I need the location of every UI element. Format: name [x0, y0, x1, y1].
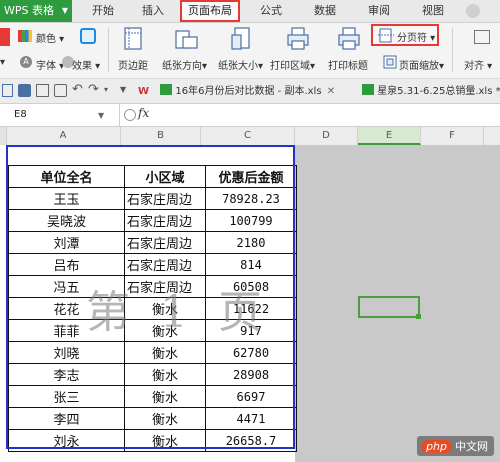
menu-tab-review[interactable]: 审阅 — [362, 0, 396, 22]
page-zoom-label[interactable]: 页面缩放▾ — [399, 57, 444, 72]
font-label: 字体 — [36, 61, 56, 72]
column-header-c[interactable]: C — [201, 127, 295, 145]
page-zoom-icon[interactable] — [383, 54, 397, 73]
fill-handle[interactable] — [416, 314, 421, 319]
align-icon[interactable] — [474, 30, 490, 44]
redo-icon[interactable]: ↷ — [88, 82, 99, 97]
page-break-icon — [378, 28, 394, 43]
menu-tab-home[interactable]: 开始 — [86, 0, 120, 22]
align-label[interactable]: 对齐 ▾ — [464, 57, 492, 72]
menu-tab-view[interactable]: 视图 — [416, 0, 450, 22]
column-header-a[interactable]: A — [6, 127, 121, 145]
theme-icon[interactable] — [0, 28, 10, 46]
app-menu-button[interactable]: WPS 表格 ▼ — [0, 0, 72, 22]
menu-tab-formula[interactable]: 公式 — [254, 0, 288, 22]
color-label: 颜色 — [36, 34, 56, 45]
page-break-button[interactable]: 分页符 ▾ — [371, 24, 439, 46]
page-break-text: 分页符 — [397, 33, 427, 44]
ribbon-divider — [452, 28, 453, 72]
close-icon[interactable]: ✕ — [327, 86, 335, 97]
save-icon[interactable] — [18, 84, 31, 97]
search-icon[interactable] — [466, 4, 480, 18]
column-header-e[interactable]: E — [358, 127, 421, 145]
paper-size-button[interactable] — [231, 27, 253, 55]
print-area-button[interactable] — [286, 27, 310, 55]
column-header-f[interactable]: F — [421, 127, 484, 145]
paper-size-icon — [231, 27, 250, 50]
page-margin-button[interactable] — [123, 27, 143, 55]
orientation-button[interactable] — [175, 27, 199, 55]
doc-tab-1[interactable]: W 16年6月份后对比数据 - 副本.xls ✕ — [138, 82, 354, 101]
column-header-d[interactable]: D — [295, 127, 358, 145]
menu-tab-insert[interactable]: 插入 — [136, 0, 170, 22]
print-title-icon — [338, 27, 360, 50]
page-zoom-text: 页面缩放 — [399, 61, 439, 72]
print-title-label[interactable]: 打印标题 — [328, 57, 368, 72]
paper-orientation-icon — [175, 30, 198, 49]
column-header-b[interactable]: B — [121, 127, 201, 145]
print-area-text: 打印区域 — [270, 61, 310, 72]
paper-size-text: 纸张大小 — [218, 61, 258, 72]
paper-size-label[interactable]: 纸张大小▾ — [218, 57, 263, 72]
spreadsheet-icon — [362, 84, 374, 95]
color-button[interactable]: 颜色 ▾ — [36, 30, 64, 45]
logo-text: 中文网 — [455, 440, 488, 453]
tabs-dropdown-icon[interactable]: ▼ — [120, 85, 126, 94]
orientation-text: 纸张方向 — [162, 61, 202, 72]
font-button[interactable]: 字体 ▾ — [36, 57, 64, 72]
orientation-label[interactable]: 纸张方向▾ — [162, 57, 207, 72]
print-icon[interactable] — [36, 84, 49, 97]
function-icon[interactable]: fx — [138, 106, 149, 120]
page-break-label: 分页符 ▾ — [397, 33, 436, 44]
undo-icon[interactable]: ↶ — [72, 82, 83, 97]
printer-icon — [287, 27, 309, 50]
effect-button[interactable]: 效果 ▾ — [72, 57, 100, 72]
page-margin-label[interactable]: 页边距 — [118, 57, 148, 72]
chevron-down-icon: ▼ — [61, 6, 68, 15]
formula-input[interactable] — [160, 104, 500, 126]
site-watermark-logo: php 中文网 — [417, 436, 494, 456]
print-area-label[interactable]: 打印区域▾ — [270, 57, 315, 72]
logo-php: php — [421, 440, 452, 453]
print-preview-icon[interactable] — [54, 84, 67, 97]
doc-tab-title: 星泉5.31-6.25总销量.xls * — [377, 86, 500, 97]
align-text: 对齐 — [464, 61, 484, 72]
ribbon-divider — [108, 28, 109, 72]
wps-logo-icon: W — [138, 86, 150, 97]
font-theme-icon: A — [20, 56, 32, 68]
theme-more-button[interactable]: ▾ — [0, 57, 5, 68]
new-file-icon[interactable] — [2, 84, 13, 97]
quick-access-more-icon[interactable]: ▾ — [104, 85, 108, 94]
doc-tab-title: 16年6月份后对比数据 - 副本.xls — [175, 86, 322, 97]
page-margin-icon — [124, 27, 142, 50]
name-box-dropdown-icon[interactable]: ▼ — [98, 111, 104, 120]
effect-label: 效果 — [72, 61, 92, 72]
menu-tab-data[interactable]: 数据 — [308, 0, 342, 22]
print-title-button[interactable] — [338, 27, 360, 55]
app-name: WPS 表格 — [4, 4, 54, 17]
spreadsheet-icon — [160, 84, 173, 95]
doc-tab-2[interactable]: 星泉5.31-6.25总销量.xls * — [362, 82, 500, 101]
selected-cell-e8[interactable] — [358, 296, 420, 318]
zoom-icon[interactable] — [124, 109, 136, 121]
color-palette-icon — [18, 30, 32, 42]
theme-effect-icon[interactable] — [80, 28, 96, 44]
page-number-watermark: 第 1 页 — [86, 287, 270, 338]
menu-tab-page-layout[interactable]: 页面布局 — [180, 0, 240, 22]
